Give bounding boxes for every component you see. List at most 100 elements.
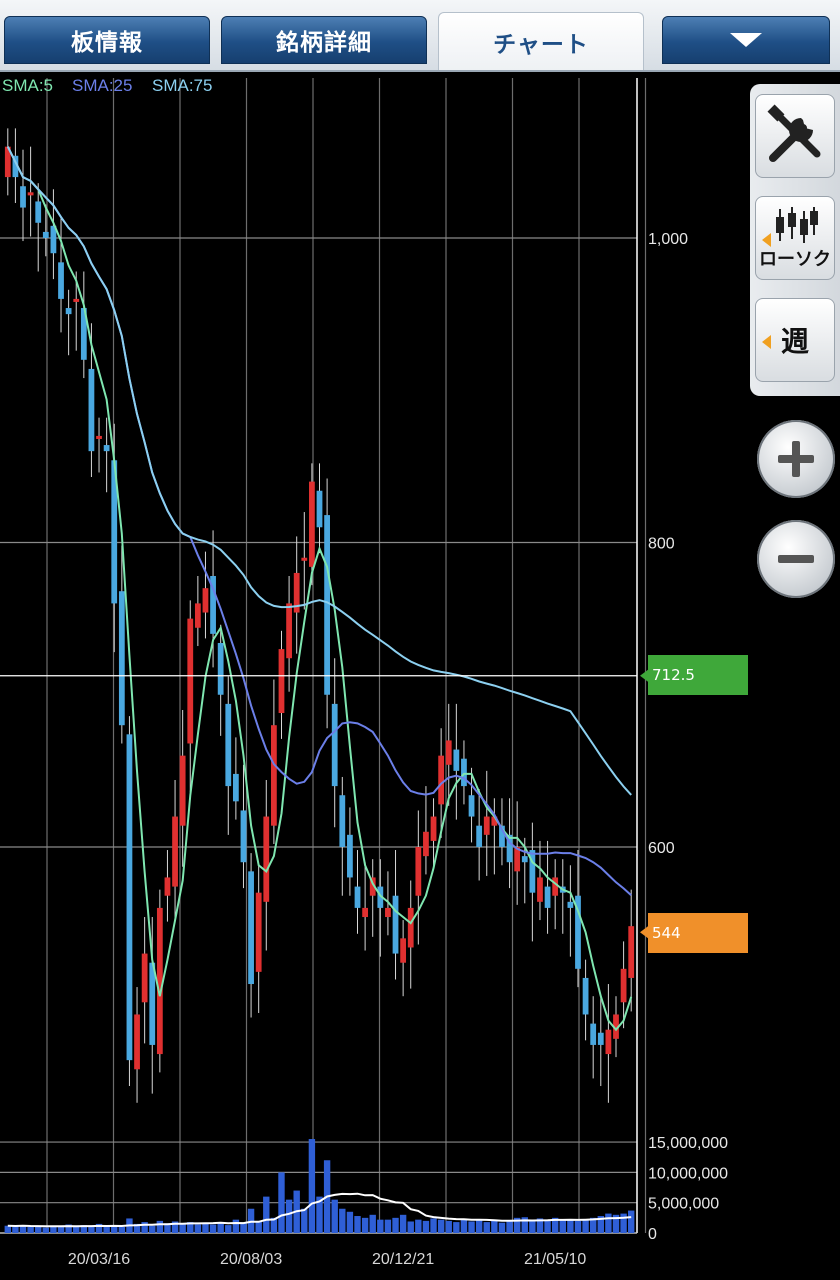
tab-bar: 板情報 銘柄詳細 チャート (0, 0, 840, 72)
volume-bar (544, 1219, 551, 1233)
candle-body (324, 515, 330, 695)
candle-body (362, 907, 369, 918)
tab-stock-details[interactable]: 銘柄詳細 (221, 16, 427, 64)
candle-body (42, 231, 49, 238)
candle-body (156, 907, 163, 1055)
volume-bar (339, 1208, 346, 1233)
volume-bar (35, 1226, 42, 1233)
candle-body (605, 1029, 612, 1055)
volume-bar (217, 1223, 224, 1233)
tab-board-info[interactable]: 板情報 (4, 16, 210, 64)
volume-bar (308, 1139, 316, 1233)
candle-body (225, 703, 232, 787)
chart-legend: SMA:5 SMA:25 SMA:75 (2, 76, 212, 95)
plus-icon (778, 441, 814, 477)
volume-bar (179, 1223, 186, 1233)
candle-body (217, 642, 224, 695)
zoom-out-button[interactable] (757, 520, 835, 598)
candle-body (537, 877, 543, 902)
axis-labels: 1,000 800 600 15,000,000 10,000,000 5,000,000… (68, 231, 728, 1268)
caret-left-icon (762, 335, 771, 349)
period-label: 週 (780, 325, 809, 358)
candle-body (126, 734, 133, 1061)
candle-body (263, 816, 270, 902)
candle-body (73, 298, 80, 302)
candle-body (255, 892, 262, 972)
candle-body (407, 907, 414, 948)
candle-body (461, 758, 467, 787)
period-button[interactable]: 週 (755, 298, 835, 382)
volume-bar (225, 1225, 232, 1233)
volume-bar (430, 1218, 437, 1233)
volume-bar (354, 1216, 361, 1233)
volume-bar (263, 1196, 270, 1233)
date-tick-label: 20/12/21 (372, 1251, 434, 1268)
chart-type-button[interactable]: ローソク (755, 196, 835, 280)
volume-bar (42, 1227, 50, 1233)
last-price-tag: 544 (648, 913, 748, 953)
tab-label: 銘柄詳細 (276, 30, 372, 56)
candle-body (278, 649, 285, 714)
price-tick-label: 800 (648, 536, 675, 553)
volume-bar (301, 1208, 308, 1233)
candle-body (187, 618, 194, 744)
volume-bar (407, 1221, 414, 1233)
volume-bar (156, 1220, 164, 1233)
candle-body (597, 1032, 604, 1045)
price-tick-label: 600 (648, 840, 675, 857)
crosshair-tag-pointer (640, 669, 648, 682)
chart-settings-button[interactable] (755, 94, 835, 178)
candle-body (179, 755, 186, 826)
volume-bar (278, 1172, 285, 1233)
price-tick-label: 1,000 (648, 231, 688, 248)
candle-body (354, 886, 361, 908)
last-tag-pointer (640, 926, 648, 939)
legend-label: SMA:25 (72, 76, 132, 95)
volume-bar (483, 1222, 490, 1233)
candle-body (331, 703, 338, 787)
candle-body (552, 877, 559, 896)
candle-body (202, 588, 209, 613)
volume-bars (4, 1139, 635, 1233)
candle-body (270, 725, 277, 826)
candle-body (301, 557, 308, 561)
tab-label: チャート (493, 31, 589, 58)
volume-bar (567, 1220, 574, 1233)
tab-chart[interactable]: チャート (438, 12, 644, 70)
legend-label: SMA:5 (2, 76, 53, 95)
candle-body (248, 871, 254, 985)
candle-body (134, 1014, 140, 1070)
volume-bar (331, 1199, 338, 1233)
volume-bar (445, 1220, 452, 1233)
volume-bar (12, 1226, 19, 1233)
candle-body (194, 603, 201, 628)
volume-bar (491, 1220, 498, 1233)
date-tick-label: 21/05/10 (524, 1251, 586, 1268)
volume-bar (475, 1220, 483, 1233)
candle-body (430, 816, 437, 841)
candle-body (286, 603, 292, 659)
volume-bar (582, 1219, 589, 1233)
volume-bar (118, 1226, 126, 1233)
candle-body (544, 886, 551, 908)
volume-bar (628, 1210, 635, 1233)
volume-bar (468, 1221, 475, 1233)
candle-body (103, 445, 110, 452)
menu-dropdown-button[interactable] (662, 16, 830, 64)
volume-bar (4, 1225, 11, 1233)
candle-body (392, 895, 399, 954)
candle-body (590, 1023, 597, 1045)
volume-bar (209, 1224, 217, 1233)
candle-body (438, 755, 445, 805)
candle-body (309, 481, 315, 567)
volume-bar (361, 1217, 369, 1233)
candle-body (27, 192, 34, 196)
candle-body (118, 591, 125, 726)
volume-tick-label: 10,000,000 (648, 1165, 728, 1182)
legend-label: SMA:75 (152, 76, 212, 95)
wrench-screwdriver-icon (767, 104, 821, 162)
candle-body (232, 773, 239, 802)
zoom-in-button[interactable] (757, 420, 835, 498)
candle-body (88, 368, 95, 452)
candle-body (240, 810, 247, 863)
